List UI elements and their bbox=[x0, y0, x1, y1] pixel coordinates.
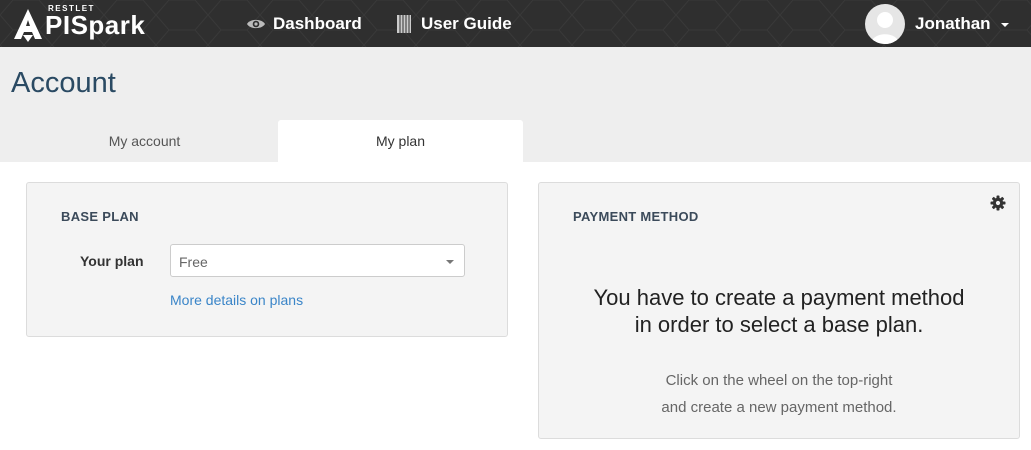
plan-select-value: Free bbox=[179, 254, 208, 270]
payment-hint-line2: and create a new payment method. bbox=[661, 399, 897, 416]
user-silhouette-icon bbox=[871, 11, 899, 44]
payment-message-line2: in order to select a base plan. bbox=[634, 312, 924, 337]
payment-message-line1: You have to create a payment method bbox=[593, 285, 965, 310]
gear-icon[interactable] bbox=[990, 195, 1006, 211]
chevron-down-icon bbox=[1000, 22, 1009, 27]
nav-user-guide[interactable]: User Guide bbox=[394, 0, 512, 47]
brand-name: PISpark bbox=[45, 10, 146, 40]
apispark-a-icon bbox=[14, 9, 42, 42]
payment-hint: Click on the wheel on the top-right and … bbox=[539, 367, 1019, 421]
plan-select[interactable]: Free bbox=[170, 244, 465, 277]
apispark-logo[interactable]: RESTLET PISpark bbox=[12, 4, 147, 44]
user-menu[interactable]: Jonathan bbox=[865, 0, 1009, 47]
nav-dashboard[interactable]: Dashboard bbox=[246, 0, 362, 47]
base-plan-panel: BASE PLAN Your plan Free More details on… bbox=[26, 182, 508, 337]
avatar bbox=[865, 3, 905, 44]
plan-details-link[interactable]: More details on plans bbox=[170, 292, 303, 308]
book-icon bbox=[394, 14, 414, 34]
chevron-down-icon bbox=[446, 260, 454, 264]
tab-my-plan[interactable]: My plan bbox=[278, 120, 523, 162]
top-navbar: RESTLET PISpark Dashboard User Guide Jon… bbox=[0, 0, 1031, 47]
user-name: Jonathan bbox=[915, 13, 991, 33]
page-title: Account bbox=[11, 67, 116, 99]
eye-icon bbox=[246, 14, 266, 34]
your-plan-label: Your plan bbox=[80, 253, 144, 269]
payment-hint-line1: Click on the wheel on the top-right bbox=[665, 372, 893, 389]
payment-method-panel: PAYMENT METHOD You have to create a paym… bbox=[538, 182, 1020, 439]
payment-method-title: PAYMENT METHOD bbox=[573, 209, 699, 224]
nav-user-guide-label: User Guide bbox=[421, 13, 512, 33]
tab-my-account[interactable]: My account bbox=[22, 120, 267, 162]
payment-message: You have to create a payment method in o… bbox=[539, 284, 1019, 338]
base-plan-title: BASE PLAN bbox=[61, 209, 139, 224]
nav-dashboard-label: Dashboard bbox=[273, 13, 362, 33]
